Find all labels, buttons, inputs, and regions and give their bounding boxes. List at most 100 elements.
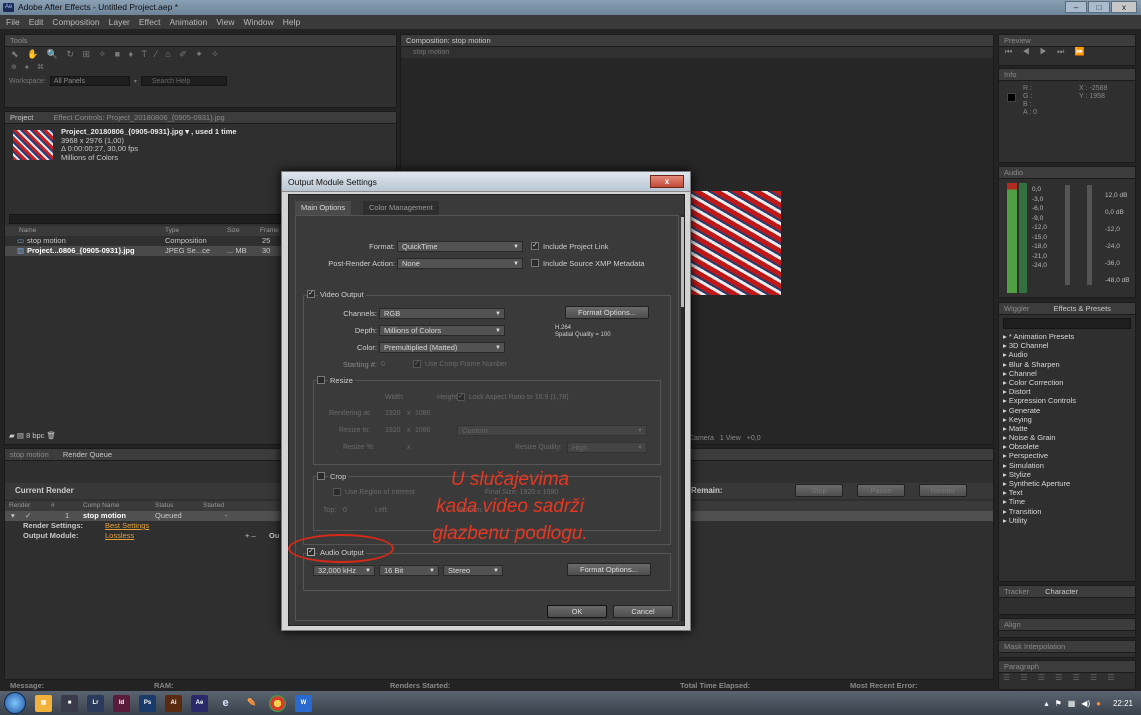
pause-button[interactable]: Pause [857, 484, 905, 497]
search-help-field[interactable]: Search Help [140, 76, 227, 86]
resize-quality-dropdown[interactable]: High ▼ [567, 442, 647, 453]
audio-channels-dropdown[interactable]: Stereo ▼ [443, 565, 503, 576]
list-item[interactable]: ▸ Synthetic Aperture [999, 479, 1135, 488]
col-comp-name[interactable]: Comp Name [83, 501, 119, 511]
tab-wiggler[interactable]: Wiggler [1004, 304, 1029, 313]
trash-icon[interactable]: 🗑 [47, 431, 57, 440]
resize-height-field[interactable]: 1080 [415, 427, 431, 434]
menu-composition[interactable]: Composition [52, 15, 99, 29]
start-button[interactable] [4, 692, 26, 714]
after-effects-icon[interactable]: Ae [191, 694, 208, 712]
tab-render-queue[interactable]: Render Queue [63, 450, 112, 459]
tab-project[interactable]: Project [10, 113, 33, 122]
tab-color-management[interactable]: Color Management [363, 201, 439, 215]
col-type[interactable]: Type [165, 226, 179, 236]
close-button[interactable]: x [1111, 1, 1137, 13]
list-item[interactable]: ▸ Keying [999, 415, 1135, 424]
use-roi-checkbox[interactable] [333, 488, 341, 496]
menu-help[interactable]: Help [283, 15, 300, 29]
expand-arrow-icon[interactable]: ▾ [11, 511, 15, 521]
cancel-button[interactable]: Cancel [613, 605, 673, 618]
comp-subtab[interactable]: stop motion [401, 47, 993, 58]
minimize-button[interactable]: – [1065, 1, 1087, 13]
list-item[interactable]: ▸ Perspective [999, 451, 1135, 460]
folder-icon[interactable]: ▤ [17, 431, 24, 440]
list-item[interactable]: ▸ Transition [999, 507, 1135, 516]
resize-checkbox[interactable] [317, 376, 325, 384]
file-explorer-icon[interactable]: ▤ [35, 694, 52, 712]
media-player-icon[interactable]: ■ [61, 694, 78, 712]
col-name[interactable]: Name [19, 226, 36, 236]
col-started[interactable]: Started [203, 501, 224, 511]
menu-window[interactable]: Window [244, 15, 274, 29]
col-size[interactable]: Size [227, 226, 240, 236]
format-dropdown[interactable]: QuickTime ▼ [397, 241, 523, 252]
tool-icons-row[interactable]: ⬉ ✋ 🔍 ↻ ⊞ ✧ ■ ♦ T ⁄ ⌂ ✐ ✦ ✧ [5, 47, 396, 61]
list-item[interactable]: ▸ Noise & Grain [999, 433, 1135, 442]
illustrator-icon[interactable]: Ai [165, 694, 182, 712]
volume-icon[interactable]: ◀) [1081, 699, 1090, 708]
list-item[interactable]: ▸ Blur & Sharpen [999, 360, 1135, 369]
list-item[interactable]: ▸ Audio [999, 350, 1135, 359]
list-item[interactable]: ▸ Channel [999, 369, 1135, 378]
tray-arrow-icon[interactable]: ▴ [1045, 699, 1049, 708]
menu-layer[interactable]: Layer [109, 15, 130, 29]
crop-checkbox[interactable] [317, 472, 325, 480]
flag-icon[interactable]: ⚑ [1055, 699, 1062, 708]
preview-controls[interactable]: ⏮ ◀ ▶ ⏭ ⏩ [999, 47, 1135, 57]
tab-stop-motion[interactable]: stop motion [10, 450, 49, 459]
list-item[interactable]: ▸ Generate [999, 406, 1135, 415]
col-frame[interactable]: Frame [260, 226, 279, 236]
lock-aspect-checkbox[interactable]: ✓ [457, 393, 465, 401]
list-item[interactable]: ▸ 3D Channel [999, 341, 1135, 350]
lightroom-icon[interactable]: Lr [87, 694, 104, 712]
sample-rate-dropdown[interactable]: 32,000 kHz ▼ [313, 565, 375, 576]
tab-tracker[interactable]: Tracker [1004, 587, 1029, 596]
menu-file[interactable]: File [6, 15, 20, 29]
col-render[interactable]: Render [9, 501, 30, 511]
workspace-dropdown[interactable]: All Panels [49, 76, 130, 86]
list-item[interactable]: ▸ Expression Controls [999, 396, 1135, 405]
resize-preset-dropdown[interactable]: Custom ▼ [457, 425, 647, 436]
render-button[interactable]: Render [919, 484, 967, 497]
depth-dropdown[interactable]: Millions of Colors ▼ [379, 325, 505, 336]
menu-animation[interactable]: Animation [169, 15, 207, 29]
starting-number-value[interactable]: 0 [381, 361, 385, 368]
photoshop-icon[interactable]: Ps [139, 694, 156, 712]
list-item[interactable]: ▸ Distort [999, 387, 1135, 396]
include-project-link-checkbox[interactable]: ✓ [531, 242, 539, 250]
paint-icon[interactable]: ✎ [243, 695, 260, 712]
resize-width-field[interactable]: 1920 [385, 427, 401, 434]
camera-dropdown[interactable]: Camera [689, 435, 714, 442]
bpc-label[interactable]: 8 bpc [26, 431, 44, 440]
list-item[interactable]: ▸ Matte [999, 424, 1135, 433]
audio-format-options-button[interactable]: Format Options... [567, 563, 651, 576]
menu-view[interactable]: View [216, 15, 234, 29]
use-comp-frame-checkbox[interactable]: ✓ [413, 360, 421, 368]
color-dropdown[interactable]: Premultiplied (Matted) ▼ [379, 342, 505, 353]
effects-search-field[interactable] [1003, 318, 1131, 329]
video-format-options-button[interactable]: Format Options... [565, 306, 649, 319]
exposure-value[interactable]: +0,0 [747, 435, 761, 442]
view-dropdown[interactable]: 1 View [720, 435, 741, 442]
channels-dropdown[interactable]: RGB ▼ [379, 308, 505, 319]
chrome-icon[interactable] [269, 694, 286, 712]
clock[interactable]: 22:21 [1113, 699, 1133, 708]
audio-slider-left[interactable] [1065, 185, 1070, 285]
bit-depth-dropdown[interactable]: 16 Bit ▼ [379, 565, 439, 576]
audio-slider-right[interactable] [1087, 185, 1092, 285]
list-item[interactable]: ▸ Time [999, 497, 1135, 506]
tray-app-icon[interactable]: ● [1096, 699, 1101, 708]
word-icon[interactable]: W [295, 694, 312, 712]
indesign-icon[interactable]: Id [113, 694, 130, 712]
tab-main-options[interactable]: Main Options [295, 201, 352, 215]
tab-mask-interpolation[interactable]: Mask Interpolation [1004, 642, 1065, 651]
render-checkbox[interactable]: ✓ [25, 511, 31, 521]
tab-composition[interactable]: Composition: stop motion [406, 36, 491, 45]
video-output-checkbox[interactable]: ✓ [307, 290, 315, 298]
scrollbar-thumb[interactable] [681, 217, 684, 307]
dialog-close-button[interactable]: x [650, 175, 684, 188]
render-settings-value[interactable]: Best Settings [105, 521, 149, 531]
tab-effects-presets[interactable]: Effects & Presets [1054, 304, 1111, 313]
list-item[interactable]: ▸ Utility [999, 516, 1135, 525]
